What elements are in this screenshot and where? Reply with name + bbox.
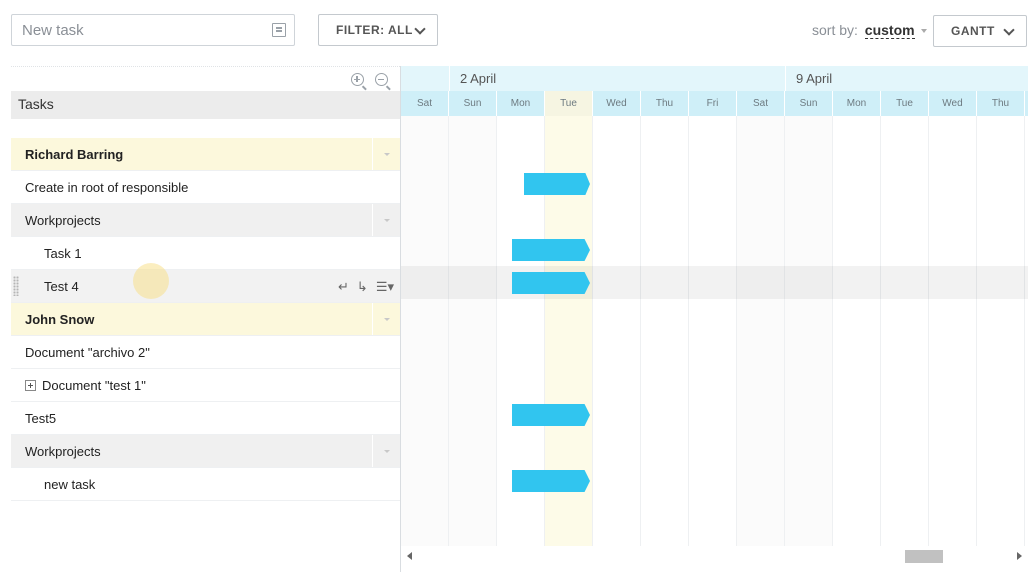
day-label: Thu [641, 91, 689, 116]
scrollbar-thumb[interactable] [905, 550, 943, 563]
day-column [881, 116, 929, 546]
day-label: Mon [833, 91, 881, 116]
day-label: Tue [881, 91, 929, 116]
day-label: Sat [401, 91, 449, 116]
caret-down-icon [921, 29, 928, 34]
day-label: Mon [497, 91, 545, 116]
day-label: Sun [449, 91, 497, 116]
task-bar[interactable] [512, 272, 590, 294]
task-label: Task 1 [44, 246, 82, 261]
caret-down-icon[interactable] [372, 303, 400, 335]
row-actions: ↵ ↳ ☰▾ [338, 270, 394, 303]
task-bar[interactable] [512, 239, 590, 261]
task-label: Test 4 [44, 279, 79, 294]
scroll-left-icon[interactable] [407, 552, 412, 560]
indent-icon[interactable]: ↳ [357, 270, 368, 303]
day-column [929, 116, 977, 546]
day-column [785, 116, 833, 546]
task-grid: Tasks Richard Barring Create in root of … [11, 66, 400, 572]
task-row[interactable]: new task [11, 468, 400, 501]
task-row[interactable]: Test5 [11, 402, 400, 435]
gantt-chart: 2 April 9 April Sat Sun Mon Tue Wed Thu … [401, 66, 1028, 572]
day-label: Sun [785, 91, 833, 116]
task-label: John Snow [25, 312, 95, 327]
tasks-column-header: Tasks [11, 91, 400, 119]
task-label: Document "archivo 2" [25, 345, 150, 360]
chevron-down-icon [1003, 24, 1015, 36]
horizontal-scrollbar[interactable] [401, 546, 1028, 566]
menu-icon[interactable]: ☰▾ [376, 270, 394, 303]
week-label: 2 April [449, 66, 496, 91]
task-label: Workprojects [25, 213, 101, 228]
filter-button[interactable]: FILTER: ALL [318, 14, 438, 46]
caret-down-icon[interactable] [372, 204, 400, 236]
day-label: Thu [977, 91, 1025, 116]
zoom-in-icon[interactable] [351, 73, 364, 86]
day-label: Fri [689, 91, 737, 116]
task-row[interactable]: John Snow [11, 303, 400, 336]
day-column [689, 116, 737, 546]
week-scale: 2 April 9 April [401, 66, 1028, 91]
day-column [833, 116, 881, 546]
new-task-field[interactable] [11, 14, 295, 46]
day-column [737, 116, 785, 546]
task-label: Create in root of responsible [25, 180, 189, 195]
task-bar[interactable] [512, 470, 590, 492]
list-icon[interactable] [272, 23, 286, 37]
day-column [449, 116, 497, 546]
task-row[interactable]: Richard Barring [11, 138, 400, 171]
view-mode-label: GANTT [951, 24, 995, 38]
task-row[interactable]: Create in root of responsible [11, 171, 400, 204]
task-bar[interactable] [512, 404, 590, 426]
task-label: Richard Barring [25, 147, 124, 162]
task-row[interactable]: Test 4 ↵ ↳ ☰▾ [11, 270, 400, 303]
filter-label: FILTER: ALL [336, 23, 413, 37]
grid-toolbar [11, 66, 400, 91]
day-scale: Sat Sun Mon Tue Wed Thu Fri Sat Sun Mon … [401, 91, 1028, 116]
task-row[interactable]: Task 1 [11, 237, 400, 270]
task-row[interactable]: Document "test 1" [11, 369, 400, 402]
expand-icon[interactable] [25, 380, 36, 392]
sort-control[interactable]: sort by: custom [812, 22, 928, 39]
zoom-out-icon[interactable] [375, 73, 388, 86]
scroll-right-icon[interactable] [1017, 552, 1022, 560]
new-task-input[interactable] [12, 15, 262, 45]
hovered-row-band [401, 266, 1028, 299]
day-column [977, 116, 1025, 546]
task-label: Document "test 1" [42, 378, 146, 393]
task-row[interactable]: Workprojects [11, 204, 400, 237]
task-row[interactable]: Document "archivo 2" [11, 336, 400, 369]
task-row[interactable]: Workprojects [11, 435, 400, 468]
week-label: 9 April [785, 66, 832, 91]
task-label: Test5 [25, 411, 57, 426]
task-label: Workprojects [25, 444, 101, 459]
caret-down-icon[interactable] [372, 435, 400, 467]
sort-label: sort by: [812, 22, 858, 38]
day-column [593, 116, 641, 546]
sort-value[interactable]: custom [864, 22, 915, 39]
view-mode-button[interactable]: GANTT [933, 15, 1027, 47]
task-label: new task [44, 477, 96, 492]
day-label: Tue [545, 91, 593, 116]
day-label: Sat [737, 91, 785, 116]
day-label: Wed [929, 91, 977, 116]
drag-handle-icon[interactable] [13, 276, 19, 296]
day-column [401, 116, 449, 546]
enter-icon[interactable]: ↵ [338, 270, 349, 303]
day-label: Wed [593, 91, 641, 116]
caret-down-icon[interactable] [372, 138, 400, 170]
day-column [641, 116, 689, 546]
chevron-down-icon [414, 23, 426, 35]
task-bar[interactable] [524, 173, 590, 195]
